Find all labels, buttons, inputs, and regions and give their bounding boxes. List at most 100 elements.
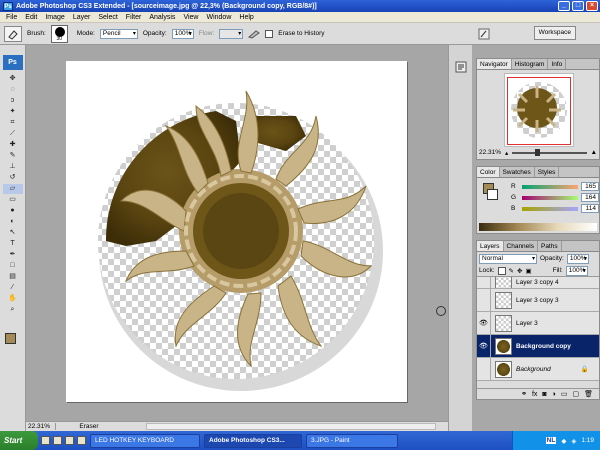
navigator-zoom[interactable]: 22.31% [479,149,501,156]
minimize-button[interactable]: _ [558,1,570,11]
zoom-out-icon[interactable]: ▴ [505,149,508,157]
dodge-tool-icon[interactable]: ◐ [3,217,23,227]
quicklaunch-icon[interactable] [77,436,86,445]
fx-icon[interactable]: fx [532,391,537,398]
path-select-tool-icon[interactable]: ↖ [3,228,23,238]
visibility-toggle[interactable] [477,289,491,311]
tray-icon[interactable]: ◈ [571,437,576,445]
menu-filter[interactable]: Filter [122,14,146,21]
history-brush-tool-icon[interactable]: ↺ [3,173,23,183]
g-slider[interactable] [521,195,579,200]
move-tool-icon[interactable]: ✥ [3,74,23,84]
menu-select[interactable]: Select [94,14,121,21]
crop-tool-icon[interactable]: ⌗ [3,118,23,128]
tab-layers[interactable]: Layers [477,241,504,251]
lock-transparency-icon[interactable] [497,266,506,275]
menu-analysis[interactable]: Analysis [145,14,179,21]
start-button[interactable]: Start [0,431,38,450]
marquee-tool-icon[interactable]: ◌ [3,85,23,95]
lasso-tool-icon[interactable]: ↄ [3,96,23,106]
horizontal-scrollbar[interactable] [146,423,436,430]
document-workarea[interactable] [26,45,448,421]
tab-navigator[interactable]: Navigator [477,59,512,69]
fill-field[interactable]: 100% [565,265,588,276]
zoom-in-icon[interactable]: ▲ [591,149,597,156]
menu-edit[interactable]: Edit [21,14,41,21]
zoom-tool-icon[interactable]: ⌕ [3,305,23,315]
lock-move-icon[interactable]: ✥ [517,267,522,275]
brushes-palette-icon[interactable] [478,28,490,40]
layer-row[interactable]: Layer 3 copy 3 [477,289,599,312]
lock-paint-icon[interactable]: ✎ [509,267,514,275]
maximize-button[interactable]: □ [572,1,584,11]
status-zoom[interactable]: 22.31% [26,423,56,430]
tab-channels[interactable]: Channels [504,241,538,251]
navigator-zoom-slider[interactable] [512,148,587,156]
menu-layer[interactable]: Layer [69,14,95,21]
quicklaunch-icon[interactable] [41,436,50,445]
eyedropper-tool-icon[interactable]: ⁄ [3,283,23,293]
document-canvas[interactable] [66,61,446,402]
healing-tool-icon[interactable]: ✚ [3,140,23,150]
flow-field[interactable] [219,28,244,39]
notes-tool-icon[interactable]: ▤ [3,272,23,282]
menu-window[interactable]: Window [202,14,235,21]
lock-all-icon[interactable]: ▣ [525,267,531,275]
adjustment-layer-icon[interactable]: ◑ [552,391,556,398]
blend-mode-select[interactable]: Normal [479,253,537,264]
menu-help[interactable]: Help [235,14,257,21]
tab-paths[interactable]: Paths [538,241,562,251]
layer-row[interactable]: Background 🔒 [477,358,599,381]
task-led-hotkey[interactable]: LED HOTKEY KEYBOARD [90,433,200,448]
close-button[interactable]: × [586,1,598,11]
pen-tool-icon[interactable]: ✒ [3,250,23,260]
workspace-button[interactable]: Workspace [533,26,576,40]
eye-icon[interactable]: 👁 [477,312,491,334]
link-layers-icon[interactable]: ⚭ [521,390,527,398]
r-value[interactable]: 165 [581,182,599,191]
stamp-tool-icon[interactable]: ⊥ [3,162,23,172]
erase-to-history-checkbox[interactable] [265,29,274,38]
foreground-color-swatch[interactable] [5,333,16,344]
brush-tool-icon[interactable]: ✎ [3,151,23,161]
hand-tool-icon[interactable]: ✋ [3,294,23,304]
history-panel-icon[interactable] [455,61,467,73]
task-photoshop[interactable]: Adobe Photoshop CS3... [204,433,302,448]
layer-row[interactable]: Layer 3 copy 4 [477,277,599,289]
airbrush-icon[interactable] [248,29,261,39]
layer-opacity-field[interactable]: 100% [566,253,589,264]
slider-knob[interactable] [534,148,540,156]
menu-image[interactable]: Image [41,14,68,21]
tab-histogram[interactable]: Histogram [512,59,549,69]
slice-tool-icon[interactable]: ⟋ [3,129,23,139]
language-indicator[interactable]: NL [545,437,557,444]
visibility-toggle[interactable] [477,277,491,288]
layer-row-selected[interactable]: 👁 Background copy [477,335,599,358]
visibility-toggle[interactable] [477,358,491,380]
mode-select[interactable]: Pencil [99,28,138,39]
navigator-preview[interactable] [504,73,574,147]
gradient-tool-icon[interactable]: ▭ [3,195,23,205]
quicklaunch-icon[interactable] [53,436,62,445]
opacity-field[interactable]: 100% [171,28,194,39]
g-value[interactable]: 164 [581,193,599,202]
menu-view[interactable]: View [179,14,202,21]
shape-tool-icon[interactable]: □ [3,261,23,271]
quicklaunch-icon[interactable] [65,436,74,445]
tab-color[interactable]: Color [477,167,500,177]
eye-icon[interactable]: 👁 [477,335,491,357]
brush-picker[interactable]: 30 [50,24,68,43]
navigator-view-box[interactable] [507,77,571,145]
b-slider[interactable] [521,206,579,211]
tray-icon[interactable]: ◆ [561,437,566,445]
task-paint[interactable]: 3.JPG - Paint [306,433,398,448]
tab-swatches[interactable]: Swatches [500,167,535,177]
b-value[interactable]: 114 [581,204,599,213]
layer-row[interactable]: 👁 Layer 3 [477,312,599,335]
type-tool-icon[interactable]: T [3,239,23,249]
new-layer-icon[interactable]: ▢ [572,390,579,398]
blur-tool-icon[interactable]: ● [3,206,23,216]
tool-preset-picker[interactable] [4,25,22,42]
eraser-tool-icon[interactable]: ▱ [2,184,23,194]
delete-layer-icon[interactable]: 🗑 [584,390,593,398]
